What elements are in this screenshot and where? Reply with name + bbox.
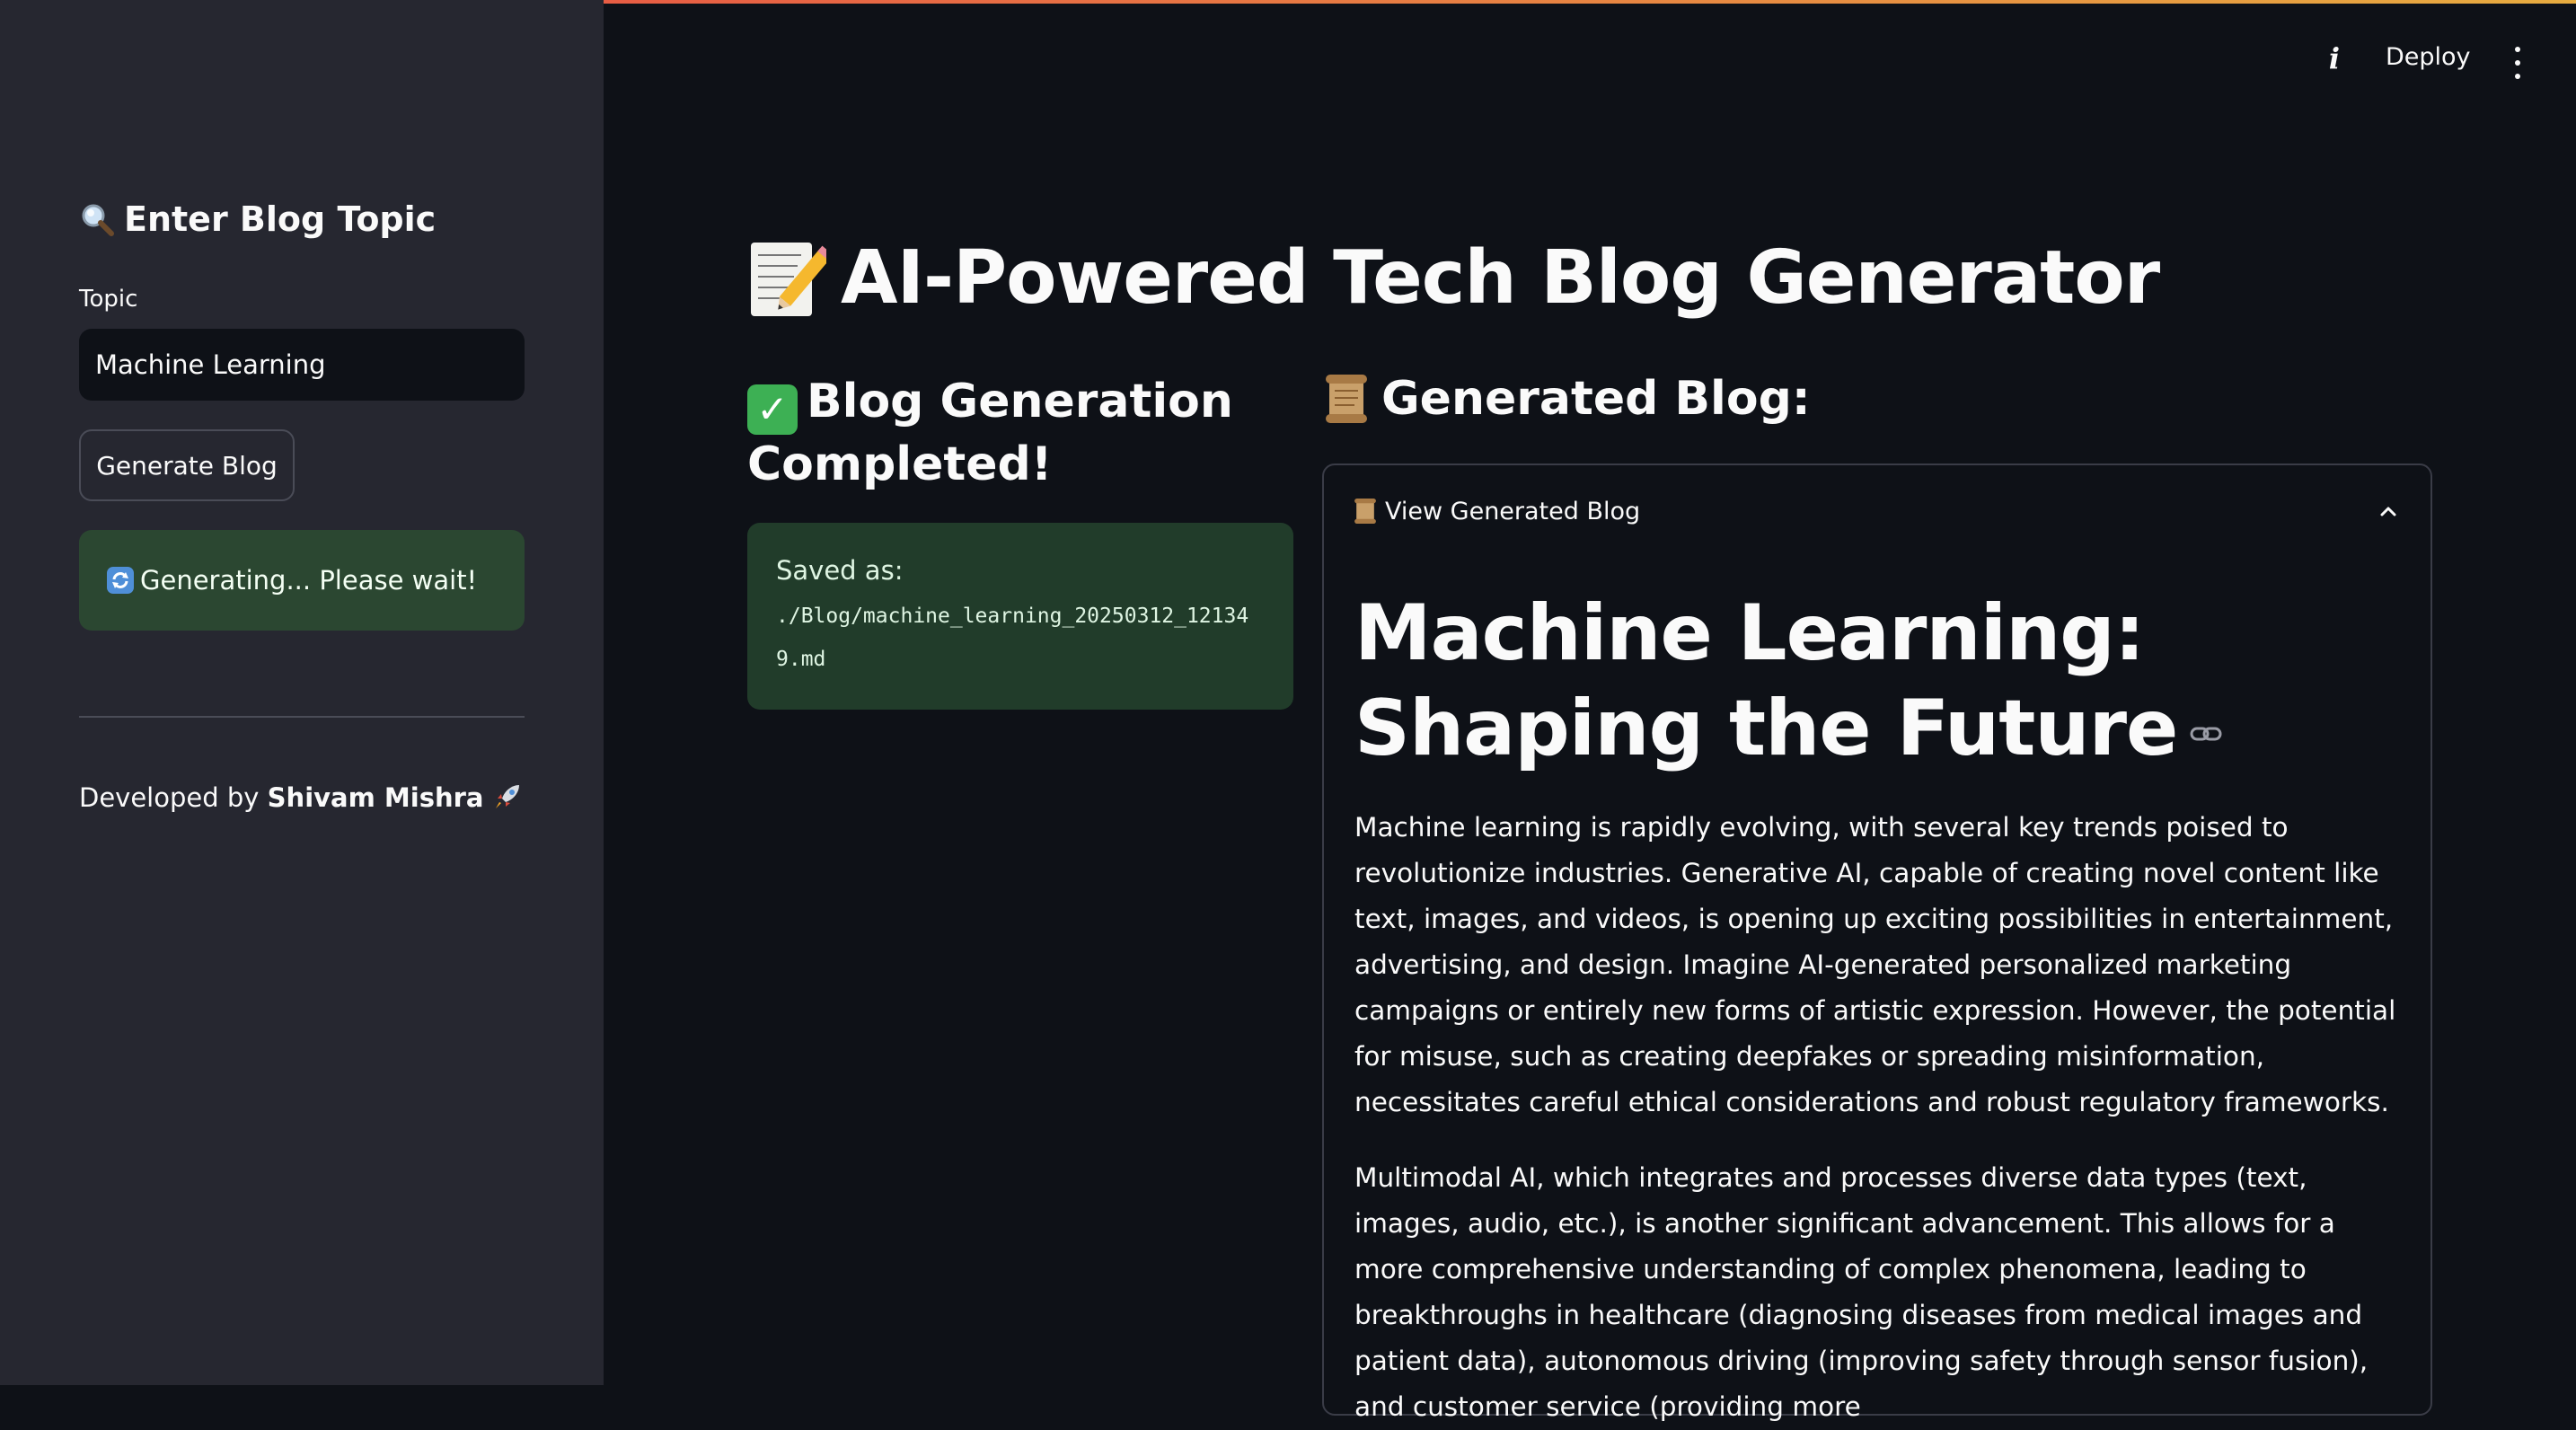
refresh-icon [107, 567, 134, 594]
scroll-icon [1354, 499, 1376, 524]
saved-file-path: ./Blog/machine_learning_20250312_121349.… [776, 605, 1249, 671]
generating-status-alert: Generating... Please wait! [79, 530, 525, 631]
blog-title: Machine Learning: Shaping the Future [1354, 586, 2387, 776]
kebab-menu-icon[interactable] [2504, 47, 2531, 79]
saved-success-alert: Saved as: ./Blog/machine_learning_202503… [747, 523, 1293, 710]
memo-icon [751, 242, 826, 316]
expander-header[interactable]: View Generated Blog [1353, 490, 2402, 532]
developer-credit: Developed by Shivam Mishra [79, 781, 523, 813]
sidebar-divider [79, 716, 525, 718]
sidebar: Enter Blog Topic Topic Generate Blog Gen… [0, 0, 604, 1385]
blog-paragraph: Multimodal AI, which integrates and proc… [1354, 1162, 2369, 1422]
sidebar-heading-text: Enter Blog Topic [124, 199, 437, 239]
info-button[interactable]: i [2321, 41, 2348, 77]
generating-status-text: Generating... Please wait! [140, 565, 478, 596]
topic-label: Topic [79, 286, 138, 313]
check-icon: ✓ [747, 384, 798, 435]
developer-name: Shivam Mishra [267, 782, 484, 813]
scroll-icon [1326, 375, 1367, 423]
chevron-up-icon[interactable] [2375, 498, 2402, 525]
expander-label: View Generated Blog [1385, 497, 1641, 525]
sidebar-heading: Enter Blog Topic [79, 199, 436, 239]
saved-label: Saved as: [776, 555, 904, 586]
generated-blog-expander: View Generated Blog Machine Learning: Sh… [1322, 463, 2432, 1422]
generated-blog-heading-text: Generated Blog: [1381, 372, 1811, 426]
completed-heading: ✓ Blog Generation Completed! [747, 372, 1286, 494]
generate-blog-button[interactable]: Generate Blog [79, 429, 295, 501]
blog-paragraph: Machine learning is rapidly evolving, wi… [1354, 812, 2396, 1117]
link-icon[interactable] [2190, 724, 2222, 744]
blog-title-text: Machine Learning: Shaping the Future [1354, 588, 2178, 773]
completed-heading-text: Blog Generation Completed! [747, 375, 1233, 491]
topic-input[interactable] [79, 329, 525, 401]
rocket-icon [495, 785, 519, 808]
page-title-text: AI-Powered Tech Blog Generator [841, 235, 2160, 321]
magnifier-icon [82, 204, 114, 236]
generated-blog-heading: Generated Blog: [1322, 372, 1811, 426]
page-title: AI-Powered Tech Blog Generator [747, 235, 2160, 321]
deploy-button[interactable]: Deploy [2386, 43, 2471, 71]
developer-credit-prefix: Developed by [79, 782, 268, 813]
